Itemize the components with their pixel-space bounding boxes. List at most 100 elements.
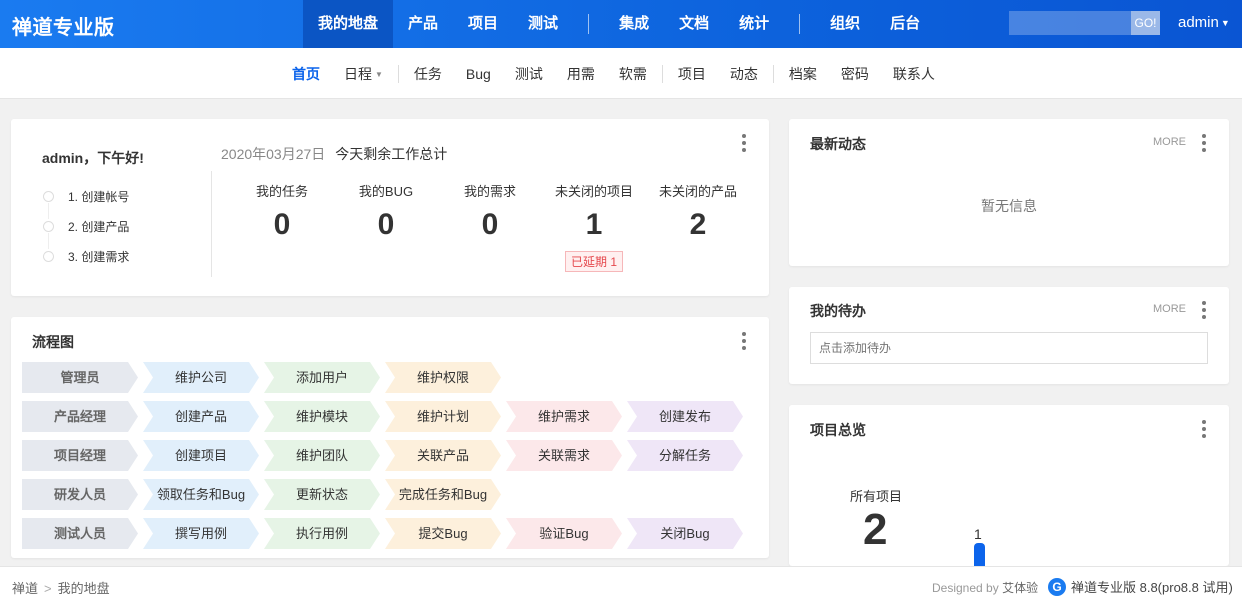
flow-step[interactable]: 维护团队 — [264, 440, 380, 471]
flow-row-admin: 管理员 维护公司 添加用户 维护权限 — [22, 362, 748, 393]
step-label: 1. 创建帐号 — [68, 190, 130, 204]
subnav-item-password[interactable]: 密码 — [829, 64, 881, 84]
welcome-panel: admin，下午好! 1. 创建帐号 2. 创建产品 3. 创建需求 2020年… — [11, 119, 769, 296]
subnav-item-test[interactable]: 测试 — [503, 64, 555, 84]
flowchart-panel: 流程图 管理员 维护公司 添加用户 维护权限 产品经理 创建产品 维护模块 维护… — [11, 317, 769, 558]
flow-step[interactable]: 执行用例 — [264, 518, 380, 549]
user-name: admin — [1178, 14, 1219, 31]
step-circle-icon — [43, 191, 54, 202]
nav-item-report[interactable]: 统计 — [724, 0, 784, 48]
designer-name[interactable]: 艾体验 — [1002, 581, 1038, 595]
flow-step[interactable]: 关联产品 — [385, 440, 501, 471]
panel-title: 项目总览 — [810, 422, 866, 438]
stat-value: 0 — [377, 208, 395, 241]
subnav-divider — [772, 64, 774, 83]
brand-logo[interactable]: 禅道专业版 — [12, 11, 115, 40]
stat-my-tasks[interactable]: 我的任务 0 — [230, 181, 334, 272]
flow-row-tester: 测试人员 撰写用例 执行用例 提交Bug 验证Bug 关闭Bug — [22, 518, 748, 549]
subnav-item-calendar[interactable]: 日程 ▼ — [332, 64, 395, 84]
today-date: 2020年03月27日 — [221, 146, 326, 162]
stat-open-projects[interactable]: 未关闭的项目 1 已延期 1 — [542, 181, 646, 272]
add-todo-input[interactable] — [810, 332, 1208, 364]
stat-open-products[interactable]: 未关闭的产品 2 — [646, 181, 750, 272]
nav-item-product[interactable]: 产品 — [393, 0, 453, 48]
footer: 禅道 > 我的地盘 Designed by 艾体验 G 禅道专业版 8.8(pro8.… — [0, 566, 1242, 602]
version-info[interactable]: G 禅道专业版 8.8(pro8.8 试用) — [1048, 577, 1233, 596]
breadcrumb: 禅道 > 我的地盘 — [12, 578, 110, 597]
todo-panel: 我的待办 MORE — [789, 287, 1229, 384]
flow-step[interactable]: 创建产品 — [143, 401, 259, 432]
flow-step[interactable]: 分解任务 — [627, 440, 743, 471]
flow-role: 测试人员 — [22, 518, 138, 549]
guide-step[interactable]: 3. 创建需求 — [42, 249, 129, 279]
subnav-item-contacts[interactable]: 联系人 — [881, 64, 947, 84]
breadcrumb-home[interactable]: 禅道 — [12, 581, 38, 596]
more-actions-icon[interactable] — [741, 332, 747, 353]
flow-step[interactable]: 添加用户 — [264, 362, 380, 393]
stat-my-stories[interactable]: 我的需求 0 — [438, 181, 542, 272]
nav-item-company[interactable]: 组织 — [815, 0, 875, 48]
delayed-badge[interactable]: 已延期 1 — [564, 251, 623, 272]
subnav-item-bug[interactable]: Bug — [454, 66, 503, 82]
flow-step[interactable]: 关联需求 — [506, 440, 622, 471]
version-label: 禅道专业版 8.8(pro8.8 试用) — [1071, 580, 1233, 595]
stat-label: 我的需求 — [463, 184, 516, 199]
subnav-item-project[interactable]: 项目 — [666, 64, 718, 84]
guide-step[interactable]: 1. 创建帐号 — [42, 189, 129, 219]
search-go-button[interactable]: GO! — [1131, 11, 1160, 35]
all-projects-count[interactable]: 2 — [863, 505, 887, 555]
date-summary: 2020年03月27日 今天剩余工作总计 — [221, 144, 447, 164]
search-input[interactable] — [1009, 11, 1131, 35]
subnav-item-task[interactable]: 任务 — [402, 64, 454, 84]
more-link[interactable]: MORE — [1153, 303, 1186, 315]
step-label: 3. 创建需求 — [68, 250, 130, 264]
nav-item-admin[interactable]: 后台 — [875, 0, 935, 48]
caret-down-icon: ▼ — [375, 70, 383, 80]
stat-value: 0 — [481, 208, 499, 241]
subnav-item-user-req[interactable]: 用需 — [555, 64, 607, 84]
more-actions-icon[interactable] — [1201, 420, 1207, 441]
flow-role: 管理员 — [22, 362, 138, 393]
nav-item-my[interactable]: 我的地盘 — [303, 0, 394, 48]
step-connector — [48, 233, 49, 249]
flow-step[interactable]: 维护权限 — [385, 362, 501, 393]
flow-step[interactable]: 关闭Bug — [627, 518, 743, 549]
subnav-item-dynamic[interactable]: 动态 — [718, 64, 770, 84]
flow-step[interactable]: 领取任务和Bug — [143, 479, 259, 510]
subnav-item-home[interactable]: 首页 — [280, 64, 332, 84]
subnav-item-profile[interactable]: 档案 — [777, 64, 829, 84]
flow-step[interactable]: 维护模块 — [264, 401, 380, 432]
flow-step[interactable]: 维护需求 — [506, 401, 622, 432]
guide-step[interactable]: 2. 创建产品 — [42, 219, 129, 249]
breadcrumb-current[interactable]: 我的地盘 — [58, 581, 110, 596]
stat-value: 2 — [689, 208, 707, 241]
designed-by-prefix: Designed by — [932, 581, 999, 595]
flow-step[interactable]: 创建项目 — [143, 440, 259, 471]
flow-step[interactable]: 撰写用例 — [143, 518, 259, 549]
dynamics-panel: 最新动态 MORE 暂无信息 — [789, 119, 1229, 266]
flow-step[interactable]: 维护计划 — [385, 401, 501, 432]
more-actions-icon[interactable] — [1201, 301, 1207, 322]
flow-step[interactable]: 维护公司 — [143, 362, 259, 393]
nav-item-project[interactable]: 项目 — [453, 0, 513, 48]
stat-label: 未关闭的产品 — [658, 184, 737, 199]
more-actions-icon[interactable] — [1201, 134, 1207, 155]
flow-step[interactable]: 验证Bug — [506, 518, 622, 549]
subnav-divider — [397, 64, 399, 83]
nav-item-qa[interactable]: 测试 — [513, 0, 573, 48]
flow-step[interactable]: 提交Bug — [385, 518, 501, 549]
more-actions-icon[interactable] — [741, 134, 747, 155]
subnav-item-soft-req[interactable]: 软需 — [607, 64, 659, 84]
more-link[interactable]: MORE — [1153, 136, 1186, 148]
nav-item-doc[interactable]: 文档 — [664, 0, 724, 48]
flow-step[interactable]: 创建发布 — [627, 401, 743, 432]
nav-item-ci[interactable]: 集成 — [604, 0, 664, 48]
summary-label: 今天剩余工作总计 — [335, 146, 448, 162]
stat-my-bugs[interactable]: 我的BUG 0 — [334, 181, 438, 272]
stats-row: 我的任务 0 我的BUG 0 我的需求 0 未关闭的项目 1 已延期 1 未关闭… — [230, 181, 750, 272]
user-menu[interactable]: admin ▼ — [1178, 14, 1230, 31]
flow-step[interactable]: 更新状态 — [264, 479, 380, 510]
flow-step[interactable]: 完成任务和Bug — [385, 479, 501, 510]
stat-value: 0 — [273, 208, 291, 241]
main-nav: 我的地盘 产品 项目 测试 集成 文档 统计 组织 后台 — [303, 0, 935, 48]
